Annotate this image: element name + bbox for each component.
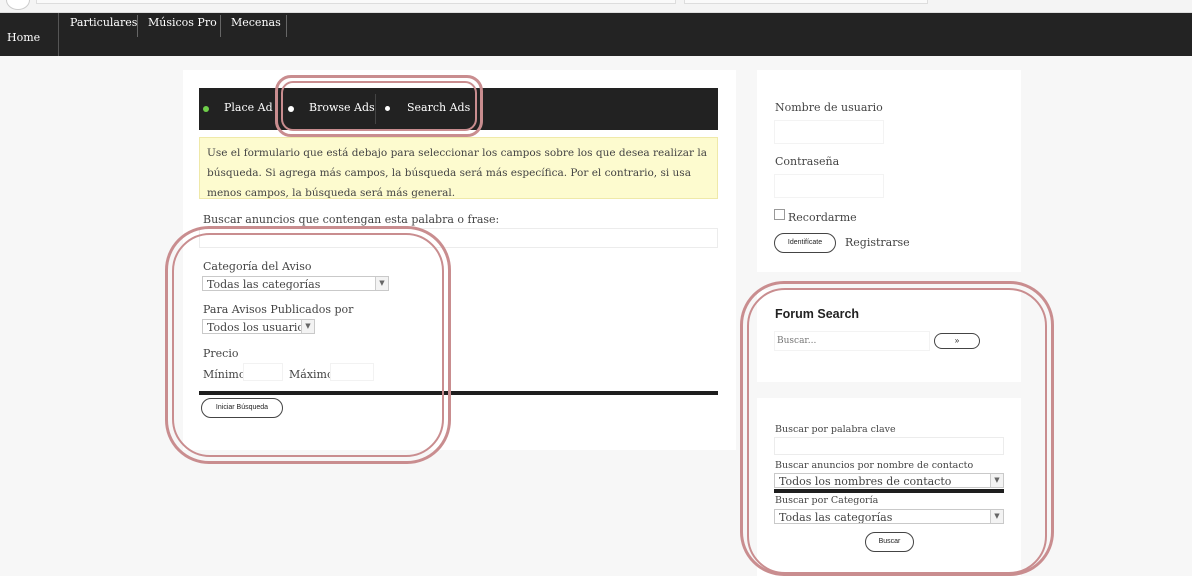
forum-search-title: Forum Search xyxy=(775,307,860,321)
min-price-input[interactable] xyxy=(243,363,283,381)
forum-search-input[interactable] xyxy=(774,331,930,351)
posted-by-label: Para Avisos Publicados por xyxy=(203,303,354,316)
max-price-label: Máximo xyxy=(289,368,334,381)
price-label: Precio xyxy=(203,347,239,360)
category-select-value: Todas las categorías xyxy=(207,278,321,291)
chevron-down-icon: ▼ xyxy=(990,474,1003,487)
password-input[interactable] xyxy=(774,174,884,198)
keyword-label: Buscar anuncios que contengan esta palab… xyxy=(203,213,500,226)
place-ad-link[interactable]: Place Ad xyxy=(224,101,273,114)
sidebar-keyword-input[interactable] xyxy=(774,437,1004,455)
posted-by-select-value: Todos los usuarios xyxy=(207,321,310,334)
register-link[interactable]: Registrarse xyxy=(845,236,910,249)
min-price-label: Mínimo xyxy=(203,368,246,381)
forum-search-button[interactable]: » xyxy=(934,333,980,349)
remember-label: Recordarme xyxy=(788,211,857,224)
posted-by-select[interactable]: Todos los usuarios ▼ xyxy=(202,319,315,334)
browse-ads-link[interactable]: Browse Ads xyxy=(309,101,375,114)
browser-toolbar xyxy=(0,0,1192,13)
username-input[interactable] xyxy=(774,120,884,144)
username-label: Nombre de usuario xyxy=(775,101,883,114)
nav-musicos-pro[interactable]: Músicos Pro xyxy=(148,16,217,29)
sidebar-category-select-value: Todas las categorías xyxy=(779,511,893,524)
browser-back-button[interactable] xyxy=(6,0,30,10)
nav-divider xyxy=(286,15,287,37)
browser-search-field[interactable] xyxy=(684,0,928,4)
address-bar[interactable] xyxy=(36,0,676,4)
sidebar-divider xyxy=(774,489,1004,493)
nav-home[interactable]: Home xyxy=(7,31,40,44)
nav-divider xyxy=(220,15,221,37)
sidebar-category-label: Buscar por Categoría xyxy=(775,495,879,506)
nav-divider xyxy=(137,15,138,37)
sidebar-search-button[interactable]: Buscar xyxy=(865,532,914,552)
start-search-button[interactable]: Iniciar Búsqueda xyxy=(201,398,283,418)
toolbar-divider xyxy=(375,94,376,124)
sidebar-contact-select[interactable]: Todos los nombres de contacto ▼ xyxy=(774,473,1004,488)
keyword-input[interactable] xyxy=(199,228,718,248)
chevron-down-icon: ▼ xyxy=(375,277,388,290)
password-label: Contraseña xyxy=(775,155,840,168)
main-nav: Home Particulares Músicos Pro Mecenas xyxy=(0,13,1192,56)
category-label: Categoría del Aviso xyxy=(203,260,312,273)
chevron-down-icon: ▼ xyxy=(301,320,314,333)
nav-mecenas[interactable]: Mecenas xyxy=(231,16,281,29)
nav-divider xyxy=(58,13,59,56)
max-price-input[interactable] xyxy=(330,363,374,381)
login-button[interactable]: Identifícate xyxy=(774,233,836,253)
sidebar-contact-label: Buscar anuncios por nombre de contacto xyxy=(775,460,974,471)
toolbar-divider xyxy=(275,94,276,124)
ad-toolbar: Place Ad Browse Ads Search Ads xyxy=(199,88,718,130)
eye-icon xyxy=(288,106,294,112)
sidebar-contact-select-value: Todos los nombres de contacto xyxy=(779,475,952,488)
sidebar-keyword-label: Buscar por palabra clave xyxy=(775,424,896,435)
place-ad-icon xyxy=(203,106,209,112)
remember-checkbox[interactable] xyxy=(774,209,785,220)
chevron-down-icon: ▼ xyxy=(990,510,1003,523)
nav-particulares[interactable]: Particulares xyxy=(70,16,137,29)
search-ads-link[interactable]: Search Ads xyxy=(407,101,470,114)
category-select[interactable]: Todas las categorías ▼ xyxy=(202,276,389,291)
search-instructions: Use el formulario que está debajo para s… xyxy=(199,137,718,199)
sidebar-category-select[interactable]: Todas las categorías ▼ xyxy=(774,509,1004,524)
search-icon xyxy=(385,106,390,111)
form-divider xyxy=(199,391,718,395)
